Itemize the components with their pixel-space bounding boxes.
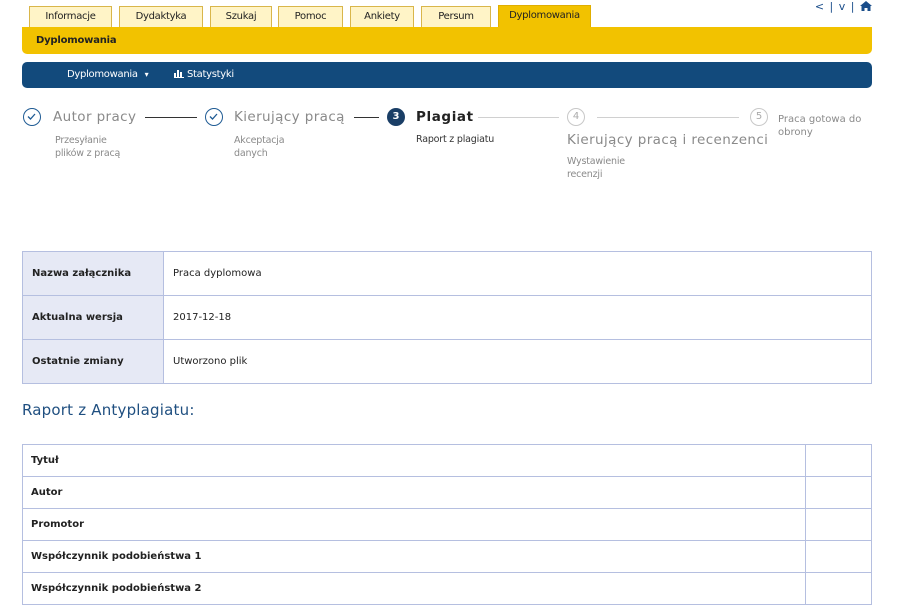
row-value: Praca dyplomowa (163, 251, 872, 296)
step-1-title: Autor pracy (53, 109, 137, 125)
row-value (805, 444, 872, 477)
step-5-number: 5 (750, 108, 768, 126)
attachment-info-table: Nazwa załącznika Praca dyplomowa Aktualn… (22, 251, 872, 384)
step-connector (145, 117, 197, 118)
tab-dyplomowania[interactable]: Dyplomowania (498, 5, 591, 27)
tab-dydaktyka[interactable]: Dydaktyka (119, 6, 203, 27)
row-value (805, 572, 872, 605)
tab-szukaj[interactable]: Szukaj (210, 6, 272, 27)
step-4-title: Kierujący pracą i recenzenci (567, 132, 769, 148)
top-right-nav: < | v | (815, 0, 872, 13)
table-row: Współczynnik podobieństwa 1 (22, 540, 872, 573)
prev-link[interactable]: < (815, 0, 825, 13)
step-3-subtitle: Raport z plagiatu (416, 134, 495, 145)
bar-chart-icon (174, 70, 184, 78)
separator: | (850, 0, 856, 13)
tab-pomoc[interactable]: Pomoc (278, 6, 343, 27)
row-value (805, 508, 872, 541)
step-1-subtitle: Przesyłanie plików z pracą (55, 135, 121, 159)
tab-ankiety[interactable]: Ankiety (350, 6, 414, 27)
top-tab-bar: Informacje Dydaktyka Szukaj Pomoc Ankiet… (22, 0, 872, 27)
tab-informacje[interactable]: Informacje (29, 6, 112, 27)
home-icon[interactable] (860, 1, 872, 11)
row-value: 2017-12-18 (163, 295, 872, 340)
row-value: Utworzono plik (163, 339, 872, 384)
section-title: Dyplomowania (36, 35, 117, 46)
row-value (805, 476, 872, 509)
section-title-bar: Dyplomowania (22, 27, 872, 54)
table-row: Nazwa załącznika Praca dyplomowa (22, 251, 872, 296)
step-2-title: Kierujący pracą (234, 109, 345, 125)
report-heading: Raport z Antyplagiatu: (22, 401, 195, 419)
collapse-link[interactable]: v (839, 0, 847, 13)
step-3-title: Plagiat (416, 109, 474, 125)
row-label: Tytuł (22, 444, 806, 477)
step-connector (354, 117, 379, 118)
step-connector (478, 117, 559, 118)
plagiarism-report-table: Tytuł Autor Promotor Współczynnik podobi… (22, 444, 872, 605)
table-row: Ostatnie zmiany Utworzono plik (22, 339, 872, 384)
row-label: Współczynnik podobieństwa 2 (22, 572, 806, 605)
table-row: Aktualna wersja 2017-12-18 (22, 295, 872, 340)
step-2-subtitle: Akceptacja danych (234, 135, 285, 159)
row-label: Autor (22, 476, 806, 509)
step-4-subtitle: Wystawienie recenzji (567, 156, 625, 180)
step-5-title: Praca gotowa do obrony (778, 114, 862, 138)
table-row: Tytuł (22, 444, 872, 477)
step-4-number: 4 (567, 108, 585, 126)
submenu-statystyki[interactable]: Statystyki (174, 62, 234, 88)
row-label: Aktualna wersja (22, 295, 164, 340)
separator: | (829, 0, 835, 13)
step-done-check-icon (23, 108, 41, 126)
row-value (805, 540, 872, 573)
submenu-item-label: Dyplomowania (67, 69, 138, 80)
row-label: Współczynnik podobieństwa 1 (22, 540, 806, 573)
row-label: Promotor (22, 508, 806, 541)
step-done-check-icon (205, 108, 223, 126)
submenu-item-label: Statystyki (187, 69, 234, 80)
step-connector (597, 117, 739, 118)
row-label: Nazwa załącznika (22, 251, 164, 296)
table-row: Autor (22, 476, 872, 509)
table-row: Promotor (22, 508, 872, 541)
step-3-number: 3 (387, 108, 405, 126)
row-label: Ostatnie zmiany (22, 339, 164, 384)
table-row: Współczynnik podobieństwa 2 (22, 572, 872, 605)
submenu-dyplomowania[interactable]: Dyplomowania ▾ (67, 62, 149, 88)
tab-persum[interactable]: Persum (421, 6, 491, 27)
submenu-bar: Dyplomowania ▾ Statystyki (22, 62, 872, 88)
caret-down-icon: ▾ (144, 70, 149, 79)
